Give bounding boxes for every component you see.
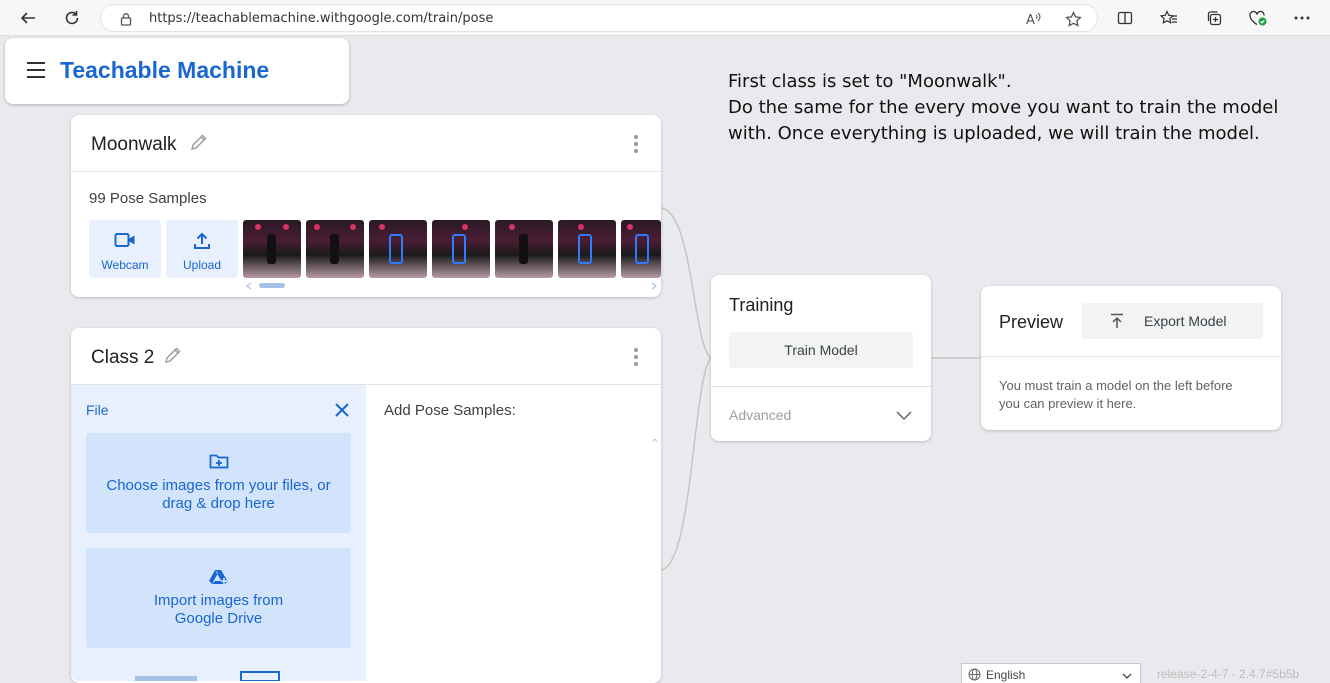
advanced-toggle-label[interactable]: Advanced: [729, 407, 791, 423]
app-header: Teachable Machine: [5, 38, 349, 104]
more-options-icon[interactable]: [1292, 8, 1312, 28]
language-select[interactable]: English: [961, 663, 1141, 683]
collections-icon[interactable]: [1204, 8, 1224, 28]
sample-count: 99 Pose Samples: [89, 190, 207, 207]
class-name[interactable]: Class 2: [91, 347, 154, 369]
webcam-icon: [89, 232, 161, 252]
chevron-down-icon[interactable]: [895, 406, 913, 424]
scroll-right-icon[interactable]: [651, 282, 657, 290]
training-title: Training: [729, 295, 794, 315]
file-upload-panel: File Choose images from your files, or d…: [71, 385, 366, 681]
divider: [981, 356, 1281, 357]
pose-sample-thumbnail[interactable]: [369, 220, 427, 278]
svg-text:A: A: [1026, 13, 1035, 27]
preview-message: You must train a model on the left befor…: [999, 378, 1233, 411]
webcam-label: Webcam: [101, 258, 149, 272]
webcam-button[interactable]: Webcam: [89, 220, 161, 278]
refresh-icon[interactable]: [60, 6, 84, 30]
scroll-up-icon[interactable]: [652, 437, 658, 443]
chevron-down-icon: [1122, 670, 1132, 680]
annotation-line-2: Do the same for the every move you want …: [728, 97, 1279, 144]
browser-essentials-icon[interactable]: [1248, 8, 1268, 28]
source-options-peek: [135, 671, 280, 681]
export-upload-icon: [1108, 312, 1126, 330]
favorites-icon[interactable]: [1159, 8, 1179, 28]
pose-sample-thumbnail[interactable]: [621, 220, 661, 278]
upload-button[interactable]: Upload: [166, 220, 238, 278]
class-card-header: Moonwalk: [71, 115, 661, 172]
close-icon[interactable]: [334, 402, 350, 418]
class-options-icon[interactable]: [633, 135, 639, 153]
language-value: English: [986, 668, 1026, 682]
annotation-line-1: First class is set to "Moonwalk".: [728, 71, 1012, 92]
back-icon[interactable]: [16, 6, 40, 30]
hamburger-menu-icon[interactable]: [27, 62, 47, 78]
preview-title: Preview: [999, 312, 1064, 332]
class-card-header: Class 2: [71, 328, 661, 385]
import-drive-button[interactable]: Import images from Google Drive: [86, 548, 351, 648]
class-card-class-2: Class 2 File Choose images from your fil…: [71, 328, 661, 683]
add-pose-samples-label: Add Pose Samples:: [384, 402, 516, 419]
pose-sample-thumbnail[interactable]: [558, 220, 616, 278]
choose-files-dropzone[interactable]: Choose images from your files, or drag &…: [86, 433, 351, 533]
pose-sample-thumbnail[interactable]: [495, 220, 553, 278]
app-title[interactable]: Teachable Machine: [60, 57, 269, 84]
divider: [711, 386, 931, 387]
scroll-left-icon[interactable]: [246, 282, 252, 290]
class-options-icon[interactable]: [633, 348, 639, 366]
edit-pencil-icon[interactable]: [163, 345, 183, 365]
scroll-thumb[interactable]: [259, 283, 285, 288]
panel-title: File: [86, 402, 109, 418]
import-drive-label: Import images from Google Drive: [153, 592, 284, 627]
training-card: Training Train Model Advanced: [711, 275, 931, 441]
address-bar[interactable]: https://teachablemachine.withgoogle.com/…: [100, 4, 1098, 32]
favorite-star-icon[interactable]: [1064, 10, 1082, 28]
export-model-label: Export Model: [1144, 313, 1227, 329]
google-drive-icon: [86, 568, 351, 588]
train-model-button[interactable]: Train Model: [729, 332, 913, 368]
edit-pencil-icon[interactable]: [189, 132, 209, 152]
class-name[interactable]: Moonwalk: [91, 134, 177, 156]
pose-sample-thumbnail[interactable]: [432, 220, 490, 278]
preview-card: Preview Export Model You must train a mo…: [981, 286, 1281, 430]
upload-icon: [166, 232, 238, 252]
class-card-moonwalk: Moonwalk 99 Pose Samples Webcam Upload: [71, 115, 661, 297]
upload-label: Upload: [182, 258, 222, 272]
export-model-button[interactable]: Export Model: [1082, 303, 1263, 339]
folder-add-icon: [86, 453, 351, 473]
thumbnail-scrollbar[interactable]: [246, 282, 658, 290]
pose-sample-thumbnail[interactable]: [243, 220, 301, 278]
read-aloud-icon[interactable]: A: [1025, 10, 1043, 28]
release-version: release-2-4-7 - 2.4.7#5b5b: [1157, 667, 1300, 681]
pose-sample-thumbnail[interactable]: [306, 220, 364, 278]
globe-icon: [968, 668, 981, 681]
page-content: Teachable Machine First class is set to …: [3, 36, 1330, 683]
split-screen-icon[interactable]: [1115, 8, 1135, 28]
instruction-annotation: First class is set to "Moonwalk". Do the…: [728, 69, 1288, 147]
browser-toolbar: https://teachablemachine.withgoogle.com/…: [0, 0, 1330, 36]
lock-icon[interactable]: [117, 10, 135, 28]
choose-files-label: Choose images from your files, or drag &…: [106, 477, 331, 512]
url-text[interactable]: https://teachablemachine.withgoogle.com/…: [149, 11, 493, 26]
